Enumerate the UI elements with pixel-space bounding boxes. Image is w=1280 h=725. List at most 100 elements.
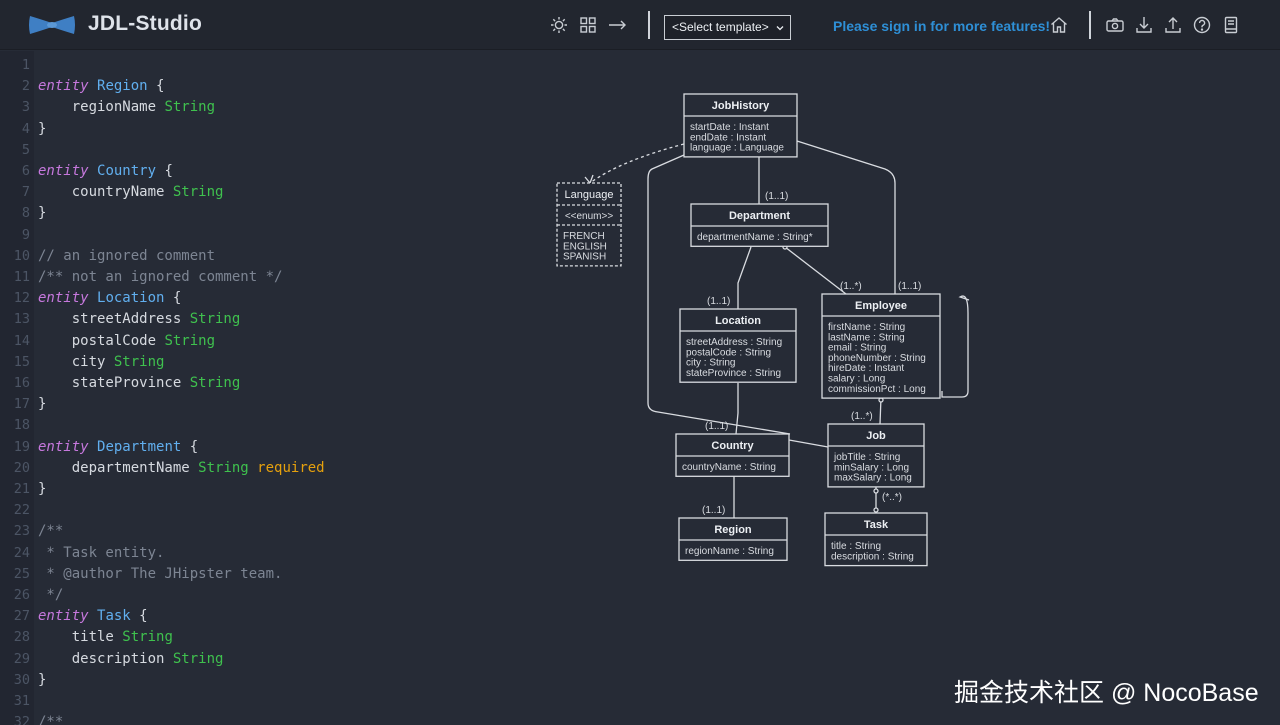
code-line[interactable]: 29 description String — [0, 649, 540, 670]
entity-field: stateProvince : String — [686, 368, 781, 379]
home-icon[interactable] — [1048, 14, 1070, 36]
code-line[interactable]: 11 /** not an ignored comment */ — [0, 267, 540, 288]
template-select[interactable]: <Select template> — [664, 15, 791, 40]
line-number: 20 — [13, 459, 30, 476]
code-line[interactable]: 32 /** — [0, 712, 540, 725]
upload-icon[interactable] — [1162, 14, 1184, 36]
entity-name: Region — [714, 524, 752, 536]
header-divider — [1089, 11, 1091, 39]
edge-department-location — [737, 246, 752, 309]
code-token: String — [189, 311, 241, 328]
line-number: 1 — [21, 57, 30, 73]
code-line[interactable]: 16 stateProvince String — [0, 373, 540, 394]
code-token: String — [172, 184, 224, 201]
code-token: Department — [97, 438, 182, 455]
edge-country-job — [788, 439, 829, 448]
entity-job[interactable]: JobjobTitle : StringminSalary : LongmaxS… — [827, 423, 925, 488]
entity-field: language : Language — [690, 143, 784, 154]
code-line[interactable]: 28 title String — [0, 627, 540, 648]
code-token: */ — [38, 587, 64, 603]
entity-diagram[interactable]: (1..1) (1..*) (1..1) (1..1) (1..1) (1..*… — [540, 51, 1280, 725]
code-line[interactable]: 14 postalCode String — [0, 331, 540, 352]
line-number: 14 — [13, 332, 30, 349]
code-text: * @author The JHipster team. — [38, 564, 282, 585]
code-line[interactable]: 15 city String — [0, 352, 540, 373]
code-token: { — [156, 163, 173, 179]
entity-region[interactable]: Region regionName : String — [678, 517, 788, 561]
help-icon[interactable] — [1191, 14, 1213, 36]
code-line[interactable]: 5 — [0, 140, 540, 161]
entity-employee[interactable]: EmployeefirstName : StringlastName : Str… — [821, 293, 941, 399]
code-line[interactable]: 1 — [0, 55, 540, 76]
code-line[interactable]: 23 /** — [0, 521, 540, 542]
line-number: 9 — [21, 226, 30, 243]
code-line[interactable]: 10 // an ignored comment — [0, 246, 540, 267]
code-text: description String — [38, 649, 224, 670]
code-line[interactable]: 30} — [0, 670, 540, 691]
code-text: entity Country { — [38, 161, 173, 182]
camera-icon[interactable] — [1104, 14, 1126, 36]
code-line[interactable]: 26 */ — [0, 585, 540, 606]
code-line[interactable]: 25 * @author The JHipster team. — [0, 564, 540, 585]
entity-department[interactable]: Department departmentName : String* — [690, 203, 829, 247]
code-line[interactable]: 8} — [0, 203, 540, 224]
entity-name: Language — [565, 189, 614, 201]
code-token: Region — [97, 78, 148, 95]
sun-icon[interactable] — [548, 14, 570, 36]
code-text: /** — [38, 521, 63, 542]
code-line[interactable]: 7 countryName String — [0, 182, 540, 203]
code-line[interactable]: 19 entity Department { — [0, 437, 540, 458]
grid-icon[interactable] — [577, 14, 599, 36]
code-token: /** — [38, 714, 64, 725]
code-text: entity Location { — [38, 288, 181, 309]
code-text: city String — [38, 352, 165, 373]
code-line[interactable]: 9 — [0, 225, 540, 246]
line-number: 8 — [21, 205, 30, 222]
code-line[interactable]: 31 — [0, 691, 540, 712]
code-token: String — [164, 99, 216, 116]
code-line[interactable]: 6 entity Country { — [0, 161, 540, 182]
entity-task[interactable]: Tasktitle : Stringdescription : String — [824, 512, 928, 567]
line-number: 3 — [21, 99, 30, 116]
download-icon[interactable] — [1133, 14, 1155, 36]
code-token: { — [147, 78, 165, 95]
code-token: * @author The JHipster team. — [38, 565, 283, 582]
code-line[interactable]: 20 departmentName String required — [0, 458, 540, 479]
code-token: required — [257, 459, 325, 476]
code-line[interactable]: 4} — [0, 119, 540, 140]
code-line[interactable]: 18 — [0, 415, 540, 436]
line-number: 19 — [13, 438, 30, 455]
edge-label: (1..1) — [765, 191, 788, 202]
code-token: entity — [38, 290, 89, 307]
line-number: 28 — [13, 629, 30, 646]
code-text: * Task entity. — [38, 543, 164, 564]
code-line[interactable]: 27 entity Task { — [0, 606, 540, 627]
entity-jobhistory[interactable]: JobHistorystartDate : InstantendDate : I… — [683, 93, 798, 158]
arrow-right-icon[interactable] — [606, 14, 628, 36]
book-icon[interactable] — [1220, 14, 1242, 36]
code-line[interactable]: 22 — [0, 500, 540, 521]
entity-name: Job — [866, 430, 886, 442]
code-line[interactable]: 17} — [0, 394, 540, 415]
edge-department-employee — [784, 246, 847, 295]
signin-link[interactable]: Please sign in for more features! — [833, 18, 1050, 34]
line-number: 29 — [13, 650, 30, 667]
code-line[interactable]: 12 entity Location { — [0, 288, 540, 309]
entity-language[interactable]: Language<<enum>>FRENCHENGLISHSPANISH — [556, 182, 622, 267]
edge-location-country — [735, 383, 739, 435]
code-line[interactable]: 2 entity Region { — [0, 76, 540, 97]
code-line[interactable]: 24 * Task entity. — [0, 543, 540, 564]
code-line[interactable]: 21} — [0, 479, 540, 500]
code-editor[interactable]: 1 2 entity Region {3 regionName String 4} 5 6… — [0, 51, 540, 725]
entity-name: Department — [729, 210, 790, 222]
entity-country[interactable]: Country countryName : String — [675, 433, 790, 477]
entity-location[interactable]: LocationstreetAddress : StringpostalCode… — [679, 308, 797, 383]
code-line[interactable]: 13 streetAddress String — [0, 309, 540, 330]
line-number: 5 — [21, 141, 30, 158]
code-token: entity — [38, 438, 89, 455]
code-line[interactable]: 3 regionName String — [0, 97, 540, 118]
